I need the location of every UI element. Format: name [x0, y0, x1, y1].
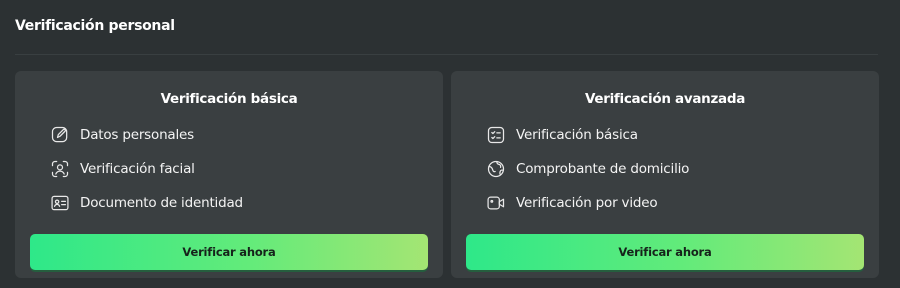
feature-item-video-verification: Verificación por video [485, 192, 658, 214]
edit-icon [49, 124, 71, 146]
section-title: Verificación personal [15, 18, 175, 34]
feature-label: Verificación facial [80, 161, 195, 177]
verify-now-button[interactable]: Verificar ahora [466, 234, 864, 270]
feature-label: Verificación por video [516, 195, 658, 211]
feature-label: Datos personales [80, 127, 194, 143]
video-icon [485, 192, 507, 214]
globe-icon [485, 158, 507, 180]
feature-label: Comprobante de domicilio [516, 161, 690, 177]
feature-label: Documento de identidad [80, 195, 243, 211]
card-title: Verificación avanzada [584, 91, 746, 107]
advanced-verification-card: Verificación avanzada Verificación básic… [451, 71, 879, 278]
checklist-icon [485, 124, 507, 146]
basic-verification-card: Verificación básica Datos personales Ver… [15, 71, 443, 278]
feature-item-identity-document: Documento de identidad [49, 192, 243, 214]
verify-now-button[interactable]: Verificar ahora [30, 234, 428, 270]
card-title: Verificación básica [160, 91, 298, 107]
face-scan-icon [49, 158, 71, 180]
feature-item-proof-of-address: Comprobante de domicilio [485, 158, 689, 180]
id-card-icon [49, 192, 71, 214]
feature-item-face-verification: Verificación facial [49, 158, 195, 180]
feature-item-basic-verification: Verificación básica [485, 124, 638, 146]
feature-item-personal-data: Datos personales [49, 124, 194, 146]
feature-label: Verificación básica [516, 127, 638, 143]
section-divider [15, 54, 878, 55]
